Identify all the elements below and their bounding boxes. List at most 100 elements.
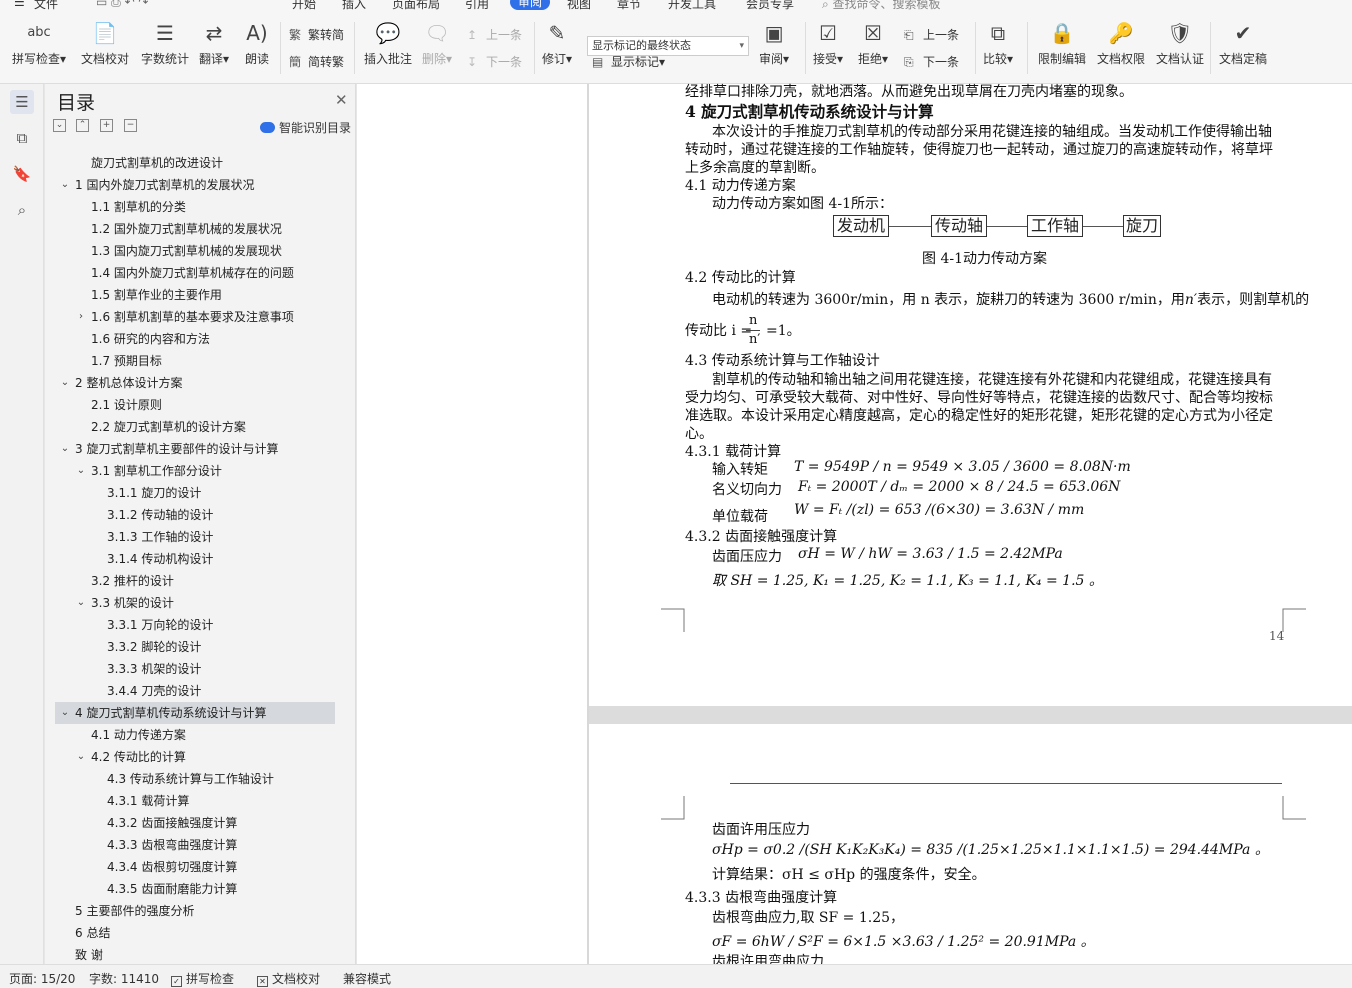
- expand-all-icon[interactable]: ⌃: [76, 119, 89, 132]
- toc-item[interactable]: 1.4 国内外旋刀式割草机械存在的问题: [55, 262, 335, 284]
- trad-to-simp-button[interactable]: 繁繁转简: [289, 26, 344, 43]
- collapse-chevron-icon[interactable]: ⌄: [75, 592, 87, 614]
- toc-item[interactable]: 6 总结: [55, 922, 335, 944]
- toc-item[interactable]: ⌄ 2 整机总体设计方案: [55, 372, 335, 394]
- word-count-indicator[interactable]: 字数: 11410: [89, 970, 159, 987]
- toc-item[interactable]: 1.1 割草机的分类: [55, 196, 335, 218]
- menu-tab[interactable]: 页面布局: [392, 0, 440, 12]
- toc-item[interactable]: 1.6 研究的内容和方法: [55, 328, 335, 350]
- hamburger-menu-icon[interactable]: ☰: [14, 0, 25, 9]
- toc-item[interactable]: 1.3 国内旋刀式割草机械的发展现状: [55, 240, 335, 262]
- menu-tab[interactable]: 开发工具: [668, 0, 716, 12]
- toc-item[interactable]: ⌄ 4 旋刀式割草机传动系统设计与计算: [55, 702, 335, 724]
- toc-item[interactable]: 2.1 设计原则: [55, 394, 335, 416]
- smart-toc-button[interactable]: 智能识别目录: [260, 119, 351, 136]
- toc-item[interactable]: 4.3.5 齿面耐磨能力计算: [55, 878, 335, 900]
- close-icon[interactable]: ✕: [335, 91, 348, 109]
- translate-button[interactable]: ⇄ 翻译▾: [199, 20, 229, 67]
- spell-check-button[interactable]: abc 拼写检查▾: [12, 20, 66, 67]
- command-search[interactable]: ⌕ 查找命令、搜索模板: [822, 0, 941, 12]
- collapse-chevron-icon[interactable]: ⌄: [59, 438, 71, 460]
- toc-item[interactable]: 3.1.2 传动轴的设计: [55, 504, 335, 526]
- review-ribbon: abc 拼写检查▾ 📄 文档校对 ☰ 字数统计 ⇄ 翻译▾ A) 朗读 繁繁转简 簡简转繁…: [0, 12, 1352, 84]
- delete-comment-button[interactable]: 🗨 删除▾: [422, 20, 452, 67]
- spell-check-status[interactable]: ✓ 拼写检查: [171, 970, 234, 987]
- collapse-chevron-icon[interactable]: ⌄: [75, 460, 87, 482]
- word-count-button[interactable]: ☰ 字数统计: [141, 20, 189, 67]
- toc-item[interactable]: › 1.6 割草机割草的基本要求及注意事项: [55, 306, 335, 328]
- toc-item[interactable]: 旋刀式割草机的改进设计: [55, 152, 335, 174]
- toc-item[interactable]: 3.4.4 刀壳的设计: [55, 680, 335, 702]
- collapse-chevron-icon[interactable]: ⌄: [75, 746, 87, 768]
- menu-tab[interactable]: 审阅: [510, 0, 551, 10]
- next-comment-button[interactable]: ↧ 下一条: [467, 53, 522, 70]
- collapse-all-icon[interactable]: ⌄: [53, 119, 66, 132]
- menu-tab[interactable]: 开始: [292, 0, 316, 12]
- doc-proof-status[interactable]: ✕ 文档校对: [257, 970, 320, 987]
- menu-tab[interactable]: 引用: [465, 0, 489, 12]
- toc-item[interactable]: 4.1 动力传递方案: [55, 724, 335, 746]
- bookmark-icon[interactable]: 🔖: [10, 162, 34, 186]
- collapse-chevron-icon[interactable]: ⌄: [59, 372, 71, 394]
- menu-tab[interactable]: 章节: [617, 0, 641, 12]
- toc-item[interactable]: ⌄ 1 国内外旋刀式割草机的发展状况: [55, 174, 335, 196]
- read-aloud-button[interactable]: A) 朗读: [244, 20, 270, 67]
- collapse-chevron-icon[interactable]: ⌄: [59, 702, 71, 724]
- toc-item[interactable]: 4.3.4 齿根剪切强度计算: [55, 856, 335, 878]
- toc-item[interactable]: 4.3.1 载荷计算: [55, 790, 335, 812]
- figure-caption: 图 4-1动力传动方案: [922, 251, 1047, 267]
- compare-button[interactable]: ⧉ 比较▾: [983, 20, 1013, 67]
- restrict-edit-button[interactable]: 🔒 限制编辑: [1038, 20, 1086, 67]
- toc-item[interactable]: 3.2 推杆的设计: [55, 570, 335, 592]
- toc-item[interactable]: 4.3.2 齿面接触强度计算: [55, 812, 335, 834]
- doc-auth-button[interactable]: 🛡 文档认证: [1156, 20, 1204, 67]
- toc-item[interactable]: 1.2 国外旋刀式割草机械的发展状况: [55, 218, 335, 240]
- translate-icon: ⇄: [205, 21, 223, 45]
- menu-tab[interactable]: 视图: [567, 0, 591, 12]
- toc-item[interactable]: 4.3 传动系统计算与工作轴设计: [55, 768, 335, 790]
- toc-item[interactable]: 5 主要部件的强度分析: [55, 900, 335, 922]
- pages-icon[interactable]: ⧉: [10, 126, 34, 150]
- toc-item[interactable]: 3.3.2 脚轮的设计: [55, 636, 335, 658]
- menu-tab[interactable]: 会员专享: [746, 0, 794, 12]
- insert-comment-button[interactable]: 💬 插入批注: [364, 20, 412, 67]
- remove-heading-icon[interactable]: −: [124, 119, 137, 132]
- collapse-chevron-icon[interactable]: ⌄: [59, 174, 71, 196]
- menu-file[interactable]: 文件: [34, 0, 58, 12]
- search-icon[interactable]: ⌕: [10, 198, 34, 222]
- toc-item[interactable]: 1.7 预期目标: [55, 350, 335, 372]
- crop-mark: [1282, 796, 1306, 820]
- toc-item[interactable]: 4.3.3 齿根弯曲强度计算: [55, 834, 335, 856]
- toc-item[interactable]: 2.2 旋刀式割草机的设计方案: [55, 416, 335, 438]
- revise-button[interactable]: ✎ 修订▾: [542, 20, 572, 67]
- next-change-button[interactable]: ⎘ 下一条: [904, 53, 959, 70]
- toc-item[interactable]: 致 谢: [55, 944, 335, 962]
- toc-item[interactable]: 1.5 割草作业的主要作用: [55, 284, 335, 306]
- doc-finalize-button[interactable]: ✔ 文档定稿: [1219, 20, 1267, 67]
- page-indicator[interactable]: 页面: 15/20: [9, 970, 75, 987]
- show-markup-button[interactable]: ▤ 显示标记▾: [592, 53, 665, 70]
- toc-item[interactable]: 3.1.4 传动机构设计: [55, 548, 335, 570]
- add-heading-icon[interactable]: +: [100, 119, 113, 132]
- toc-item[interactable]: ⌄ 3 旋刀式割草机主要部件的设计与计算: [55, 438, 335, 460]
- toc-item[interactable]: 3.3.1 万向轮的设计: [55, 614, 335, 636]
- save-icon[interactable]: ▭ ⎙ ↶ ↷: [96, 0, 149, 10]
- review-pane-button[interactable]: ▣ 审阅▾: [759, 20, 789, 67]
- accept-button[interactable]: ☑ 接受▾: [813, 20, 843, 67]
- toc-item[interactable]: 3.1.3 工作轴的设计: [55, 526, 335, 548]
- menu-tab[interactable]: 插入: [342, 0, 366, 12]
- prev-change-button[interactable]: ⎗ 上一条: [904, 26, 959, 43]
- toc-item[interactable]: ⌄ 3.3 机架的设计: [55, 592, 335, 614]
- ribbon-separator: [280, 22, 281, 74]
- doc-proof-button[interactable]: 📄 文档校对: [81, 20, 129, 67]
- simp-to-trad-button[interactable]: 簡简转繁: [289, 53, 344, 70]
- toc-item[interactable]: 3.3.3 机架的设计: [55, 658, 335, 680]
- toc-item[interactable]: ⌄ 4.2 传动比的计算: [55, 746, 335, 768]
- doc-permission-button[interactable]: 🔑 文档权限: [1097, 20, 1145, 67]
- prev-comment-button[interactable]: ↥ 上一条: [467, 26, 522, 43]
- reject-button[interactable]: ☒ 拒绝▾: [858, 20, 888, 67]
- toc-item[interactable]: 3.1.1 旋刀的设计: [55, 482, 335, 504]
- expand-chevron-icon[interactable]: ›: [75, 306, 87, 328]
- toc-icon[interactable]: ☰: [10, 90, 34, 114]
- toc-item[interactable]: ⌄ 3.1 割草机工作部分设计: [55, 460, 335, 482]
